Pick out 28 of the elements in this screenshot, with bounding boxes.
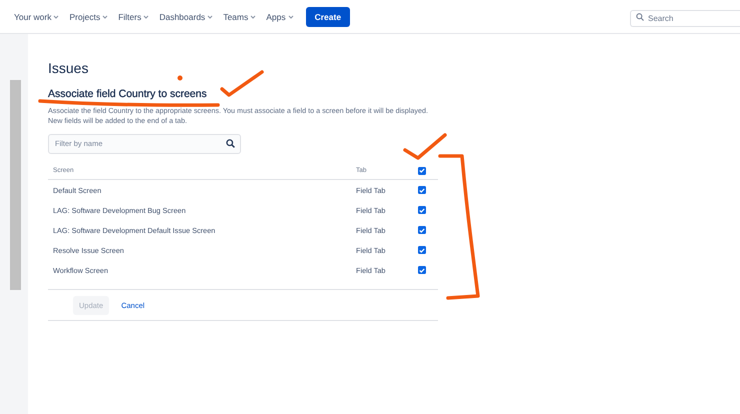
nav-menu-item[interactable]: Projects (69, 12, 108, 22)
nav-menu-item[interactable]: Filters (118, 12, 150, 22)
page-title: Issues (48, 60, 90, 76)
section-heading: Associate field Country to screens (48, 88, 208, 100)
dot-mark (178, 76, 182, 80)
checkbox[interactable] (418, 246, 426, 254)
checkbox[interactable] (418, 206, 426, 214)
caret-icon (250, 14, 256, 18)
scrollbar[interactable] (10, 80, 21, 290)
check-mark (220, 70, 264, 97)
checkbox[interactable] (418, 186, 426, 194)
check-mark (403, 133, 447, 160)
caret-icon (53, 14, 60, 18)
nav-menu-item[interactable]: Apps (266, 12, 294, 22)
checkbox[interactable] (418, 166, 426, 174)
nav-menu-item[interactable]: Teams (223, 12, 256, 22)
search-field[interactable]: Search (630, 10, 740, 27)
caret-icon (102, 14, 108, 18)
nav-menu-item[interactable]: Your work (14, 12, 60, 22)
checkbox[interactable] (418, 226, 426, 234)
caret-icon (143, 14, 150, 18)
search-icon (636, 12, 644, 20)
caret-icon (288, 14, 294, 18)
checkbox[interactable] (418, 266, 426, 274)
caret-icon (207, 14, 214, 18)
nav-menu-item[interactable]: Dashboards (159, 12, 214, 22)
create-button[interactable]: Create (306, 6, 350, 26)
search-icon (226, 138, 235, 148)
